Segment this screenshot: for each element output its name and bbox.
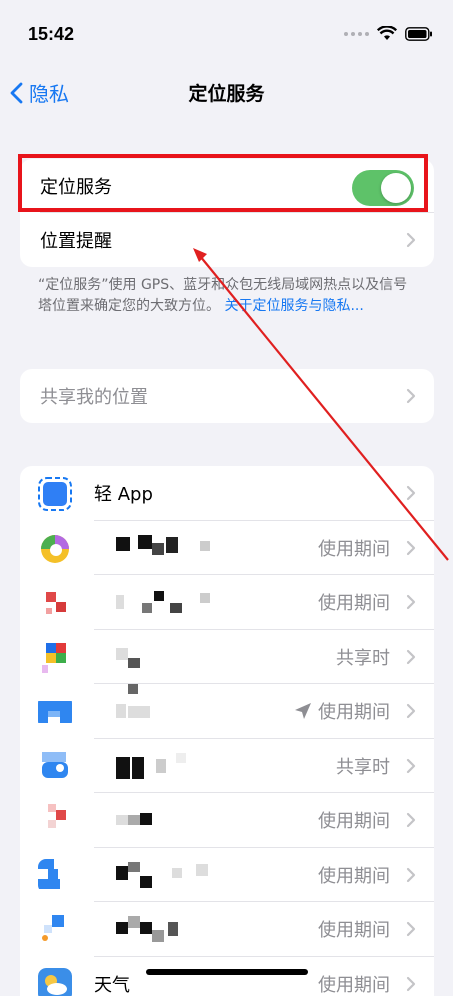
blurred-app-icon (38, 859, 72, 893)
app-row[interactable]: 使用期间 (20, 848, 434, 903)
chevron-right-icon (406, 976, 416, 992)
location-alerts-row[interactable]: 位置提醒 (20, 213, 434, 267)
battery-icon (405, 27, 433, 41)
chevron-right-icon (406, 594, 416, 610)
chevron-right-icon (406, 703, 416, 719)
navigation-bar: 隐私 定位服务 (0, 70, 453, 114)
app-row[interactable]: 共享时 (20, 630, 434, 685)
chevron-right-icon (406, 812, 416, 828)
app-row-weather[interactable]: 天气 使用期间 (20, 957, 434, 996)
pixelated-app-name (116, 807, 216, 835)
blurred-app-icon (38, 695, 72, 729)
app-list: 轻 App 使用期间 使用期间 共享时 (20, 466, 434, 996)
chevron-right-icon (406, 485, 416, 501)
blurred-app-icon (38, 641, 72, 675)
app-name: 轻 App (94, 480, 153, 506)
app-permission-status: 共享时 (336, 753, 390, 779)
page-title: 定位服务 (0, 79, 453, 106)
pixelated-app-name (116, 589, 216, 617)
app-permission-status: 使用期间 (318, 862, 390, 888)
pixelated-app-name (116, 862, 216, 890)
app-row-qing-app[interactable]: 轻 App (20, 466, 434, 521)
wifi-icon (377, 26, 397, 41)
chevron-right-icon (406, 867, 416, 883)
cellular-dots-icon (344, 32, 369, 36)
blurred-app-icon (38, 532, 72, 566)
app-permission-status: 使用期间 (318, 916, 390, 942)
app-permission-status: 使用期间 (318, 535, 390, 561)
blurred-app-icon (38, 913, 72, 947)
location-services-footnote: “定位服务”使用 GPS、蓝牙和众包无线局域网热点以及信号塔位置来确定您的大致方… (38, 275, 418, 317)
pixelated-app-name (116, 644, 216, 672)
blurred-app-icon (38, 804, 72, 838)
status-bar: 15:42 (0, 0, 453, 70)
app-permission-status-text: 使用期间 (318, 698, 390, 724)
app-name: 天气 (94, 971, 130, 996)
pixelated-app-name (116, 535, 216, 563)
app-permission-status: 使用期间 (294, 698, 390, 724)
share-my-location-row[interactable]: 共享我的位置 (20, 369, 434, 423)
pixelated-app-name (116, 916, 216, 944)
qing-app-icon (38, 477, 72, 511)
app-permission-status: 使用期间 (318, 589, 390, 615)
share-location-group: 共享我的位置 (20, 369, 434, 423)
privacy-link[interactable]: 关于定位服务与隐私... (224, 298, 363, 314)
chevron-right-icon (406, 649, 416, 665)
share-my-location-label: 共享我的位置 (40, 383, 148, 409)
app-row[interactable]: 使用期间 (20, 521, 434, 576)
chevron-right-icon (406, 758, 416, 774)
chevron-right-icon (406, 921, 416, 937)
status-icons (344, 26, 433, 41)
weather-app-icon (38, 968, 72, 996)
app-row[interactable]: 使用期间 (20, 684, 434, 739)
app-row[interactable]: 使用期间 (20, 793, 434, 848)
pixelated-app-name (116, 698, 216, 726)
pixelated-app-name (116, 753, 216, 781)
app-permission-status: 使用期间 (318, 971, 390, 996)
blurred-app-icon (38, 750, 72, 784)
app-permission-status: 使用期间 (318, 807, 390, 833)
location-arrow-icon (294, 702, 312, 720)
chevron-right-icon (406, 388, 416, 404)
app-row[interactable]: 使用期间 (20, 902, 434, 957)
chevron-right-icon (406, 540, 416, 556)
home-indicator (146, 969, 308, 975)
status-time: 15:42 (28, 24, 74, 45)
highlight-annotation-box (18, 154, 428, 212)
app-row[interactable]: 共享时 (20, 739, 434, 794)
location-alerts-label: 位置提醒 (40, 227, 112, 253)
app-permission-status: 共享时 (336, 644, 390, 670)
app-row[interactable]: 使用期间 (20, 575, 434, 630)
blurred-app-icon (38, 586, 72, 620)
chevron-right-icon (406, 232, 416, 248)
